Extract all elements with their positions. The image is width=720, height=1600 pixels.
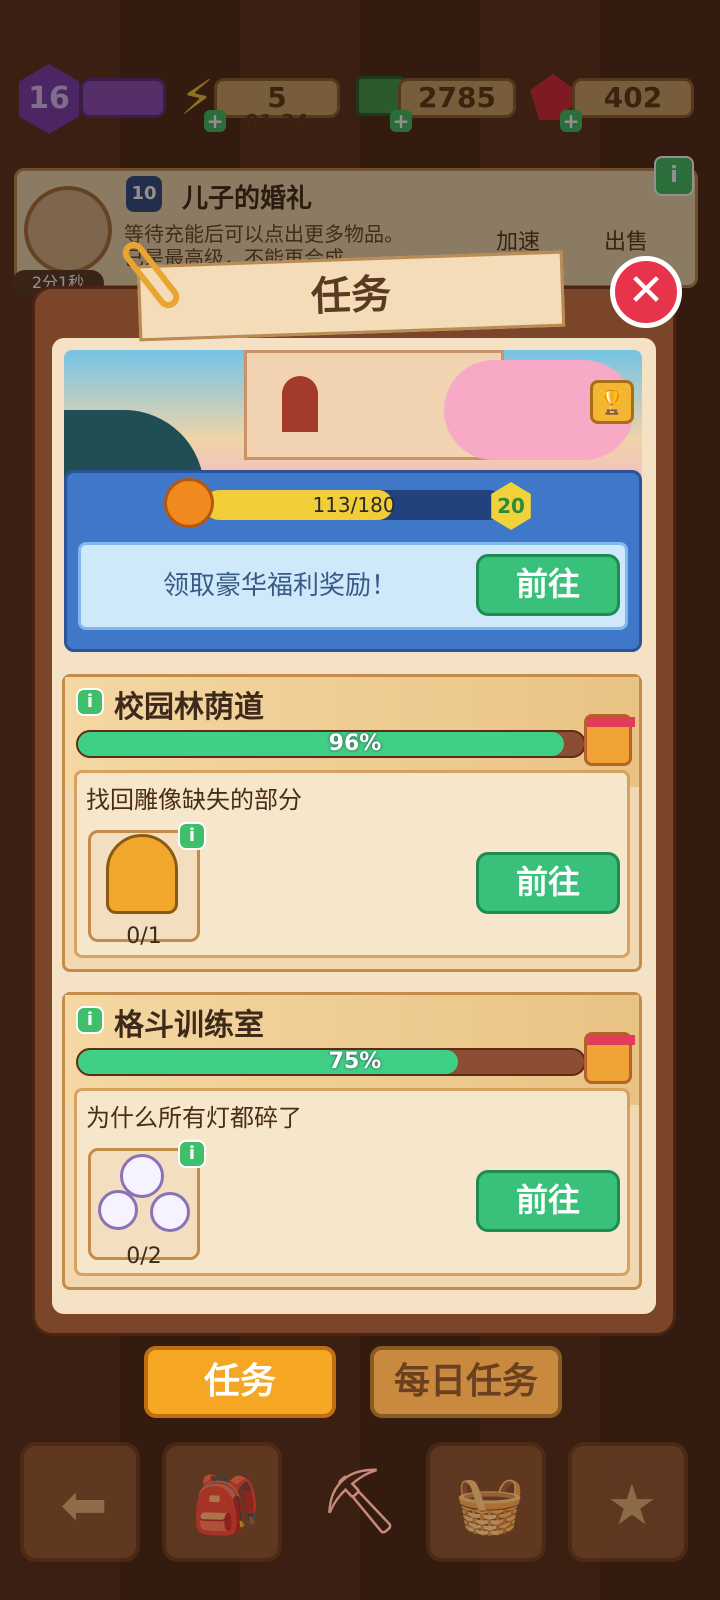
close-icon[interactable]: ✕ xyxy=(610,256,682,328)
clipboard-button[interactable]: ★ xyxy=(568,1442,688,1562)
trowel-icon[interactable]: ⛏ xyxy=(300,1440,420,1564)
quest-1-item-info-icon[interactable]: i xyxy=(178,822,206,850)
reward-text: 领取豪华福利奖励！ xyxy=(162,571,397,601)
quest-2-go-button[interactable]: 前往 xyxy=(476,1170,620,1232)
quest-1-info-icon[interactable]: i xyxy=(76,688,104,716)
quest-2-item-count: 0/2 xyxy=(126,1244,162,1269)
quest-1-item-count: 0/1 xyxy=(126,924,162,949)
gift-bow xyxy=(587,1035,635,1045)
gift-bow xyxy=(587,717,635,727)
quest-1-title: 校园林荫道 xyxy=(114,690,264,725)
quest-2-title: 格斗训练室 xyxy=(114,1008,264,1043)
orange-coins-icon xyxy=(164,478,214,528)
bulb-3 xyxy=(150,1192,190,1232)
featured-go-button[interactable]: 前往 xyxy=(476,554,620,616)
quest-1-gift-icon[interactable] xyxy=(584,714,635,766)
mansion-door xyxy=(282,376,318,432)
quest-1-go-button[interactable]: 前往 xyxy=(476,852,620,914)
tab-daily-tasks[interactable]: 每日任务 xyxy=(370,1346,562,1418)
statue-part-icon xyxy=(106,834,178,914)
bulb-2 xyxy=(98,1190,138,1230)
basket-button[interactable]: 🧺 xyxy=(426,1442,546,1562)
featured-progress-text: 113/180 xyxy=(312,493,396,517)
quest-2-item-info-icon[interactable]: i xyxy=(178,1140,206,1168)
quest-2-gift-icon[interactable] xyxy=(584,1032,635,1084)
back-button[interactable]: ⬅ xyxy=(20,1442,140,1562)
clipboard-star-icon: ★ xyxy=(606,1473,658,1538)
quest-2-info-icon[interactable]: i xyxy=(76,1006,104,1034)
basket-icon: 🧺 xyxy=(455,1473,525,1538)
backpack-icon: 🎒 xyxy=(191,1473,261,1538)
quest-1-task-title: 找回雕像缺失的部分 xyxy=(86,786,302,814)
back-arrow-icon: ⬅ xyxy=(60,1473,108,1538)
trophy-icon[interactable]: 🏆 xyxy=(590,380,634,424)
quest-1-progress-text: 96% xyxy=(328,731,382,756)
quest-2-task-title: 为什么所有灯都碎了 xyxy=(86,1104,302,1132)
dialog-title-banner: 任务 xyxy=(136,250,566,342)
tab-tasks[interactable]: 任务 xyxy=(144,1346,336,1418)
backpack-button[interactable]: 🎒 xyxy=(162,1442,282,1562)
quest-2-progress-text: 75% xyxy=(328,1049,382,1074)
